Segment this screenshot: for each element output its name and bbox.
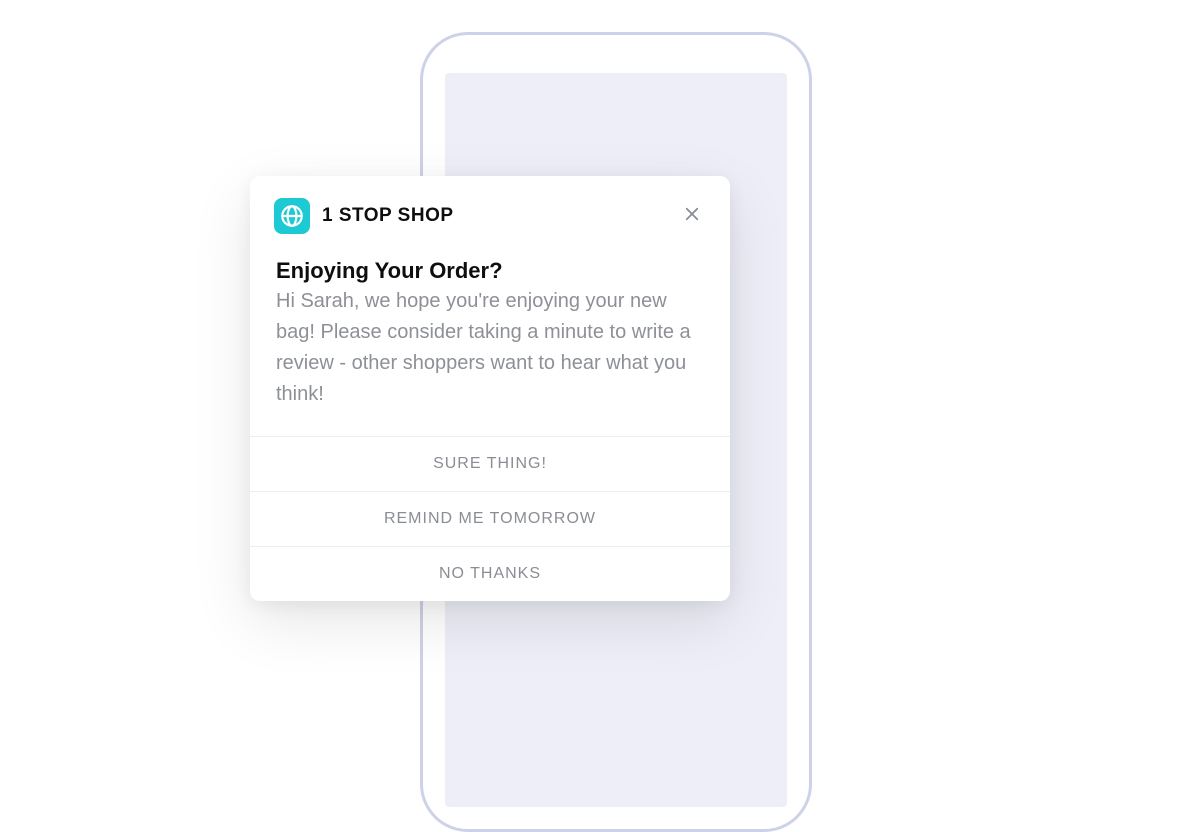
globe-icon [274,198,310,234]
review-request-dialog: 1 STOP SHOP Enjoying Your Order? Hi Sara… [250,176,730,601]
dialog-body: Enjoying Your Order? Hi Sarah, we hope y… [250,244,730,436]
close-button[interactable] [678,200,706,228]
close-icon [683,205,701,223]
dialog-message: Hi Sarah, we hope you're enjoying your n… [276,286,704,410]
dialog-header: 1 STOP SHOP [250,176,730,244]
brand-name: 1 STOP SHOP [322,205,454,227]
sure-thing-button[interactable]: SURE THING! [250,436,730,491]
dialog-title: Enjoying Your Order? [276,258,704,284]
brand-row: 1 STOP SHOP [274,198,454,234]
remind-tomorrow-button[interactable]: REMIND ME TOMORROW [250,491,730,546]
dialog-actions: SURE THING! REMIND ME TOMORROW NO THANKS [250,436,730,601]
no-thanks-button[interactable]: NO THANKS [250,546,730,601]
